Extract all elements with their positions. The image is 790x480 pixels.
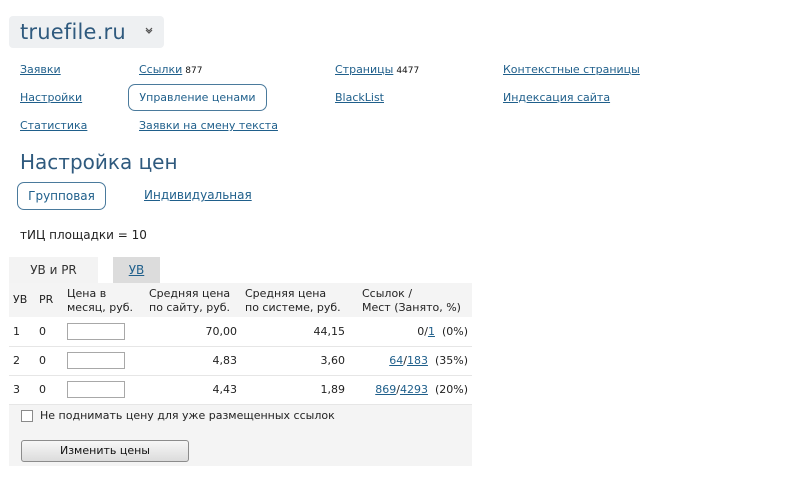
- col-occupancy: Ссылок / Мест (Занято, %): [362, 287, 461, 314]
- change-prices-button[interactable]: Изменить цены: [21, 440, 189, 462]
- col-pr: PR: [39, 293, 54, 306]
- mode-individual-link[interactable]: Индивидуальная: [144, 188, 252, 202]
- table-row: 3 0 4,43 1,89 869/4293 (20%): [9, 375, 472, 405]
- site-selector[interactable]: truefile.ru: [9, 16, 164, 48]
- nav-context-pages[interactable]: Контекстные страницы: [503, 63, 640, 76]
- cell-occupancy: 869/4293 (20%): [349, 375, 472, 405]
- places-link[interactable]: 4293: [400, 383, 428, 396]
- occupancy-percent: (0%): [441, 324, 468, 338]
- cell-price: [63, 346, 145, 376]
- nav-indexing[interactable]: Индексация сайта: [503, 91, 610, 104]
- links-link[interactable]: 64: [389, 354, 403, 367]
- keep-price-checkbox[interactable]: [21, 409, 33, 422]
- col-avg-system: Средняя цена по системе, руб.: [245, 287, 341, 314]
- links-count: 877: [185, 66, 203, 76]
- places-link[interactable]: 183: [407, 354, 428, 367]
- nav-stats[interactable]: Статистика: [20, 119, 87, 132]
- tab-uv-pr[interactable]: УВ и PR: [9, 257, 98, 283]
- keep-price-label: Не поднимать цену для уже размещенных сс…: [40, 409, 335, 422]
- places-link[interactable]: 1: [428, 325, 435, 338]
- nav-settings[interactable]: Настройки: [20, 91, 82, 104]
- price-input[interactable]: [67, 381, 125, 398]
- cell-uv: 1: [9, 317, 35, 347]
- cell-occupancy: 0/1 (0%): [349, 317, 472, 347]
- keep-price-option[interactable]: Не поднимать цену для уже размещенных сс…: [21, 409, 335, 422]
- chevron-down-icon: [145, 27, 153, 34]
- cell-price: [63, 317, 145, 347]
- cell-uv: 3: [9, 375, 35, 405]
- table-row: 2 0 4,83 3,60 64/183 (35%): [9, 346, 472, 376]
- nav-text-change[interactable]: Заявки на смену текста: [139, 119, 278, 132]
- nav-blacklist[interactable]: BlackList: [335, 91, 384, 104]
- cell-avg-site: 70,00: [145, 317, 241, 347]
- nav-orders[interactable]: Заявки: [20, 63, 61, 76]
- cell-uv: 2: [9, 346, 35, 376]
- cell-avg-site: 4,43: [145, 375, 241, 405]
- tab-uv[interactable]: УВ: [113, 257, 160, 283]
- price-table: УВ PR Цена в месяц, руб. Средняя цена по с…: [9, 283, 472, 405]
- cell-pr: 0: [35, 346, 63, 376]
- pages-count: 4477: [396, 66, 420, 76]
- cell-pr: 0: [35, 317, 63, 347]
- cell-occupancy: 64/183 (35%): [349, 346, 472, 376]
- nav-pages[interactable]: Страницы: [335, 63, 393, 76]
- links-count: 0: [417, 324, 425, 338]
- page-title: Настройка цен: [20, 150, 178, 174]
- cell-avg-system: 3,60: [241, 346, 349, 376]
- cell-pr: 0: [35, 375, 63, 405]
- cell-avg-site: 4,83: [145, 346, 241, 376]
- cell-price: [63, 375, 145, 405]
- table-row: 1 0 70,00 44,15 0/1 (0%): [9, 317, 472, 347]
- links-link[interactable]: 869: [375, 383, 396, 396]
- tic-info: тИЦ площадки = 10: [20, 228, 147, 242]
- nav-price-management[interactable]: Управление ценами: [128, 84, 267, 111]
- mode-group-button[interactable]: Групповая: [17, 182, 106, 210]
- col-avg-site: Средняя цена по сайту, руб.: [149, 287, 231, 314]
- occupancy-percent: (20%): [434, 383, 468, 396]
- cell-avg-system: 1,89: [241, 375, 349, 405]
- price-input[interactable]: [67, 322, 125, 340]
- col-price: Цена в месяц, руб.: [67, 287, 133, 314]
- table-header: УВ PR Цена в месяц, руб. Средняя цена по с…: [9, 283, 472, 317]
- occupancy-percent: (35%): [434, 354, 468, 367]
- nav-links[interactable]: Ссылки: [139, 63, 182, 76]
- site-name: truefile.ru: [20, 20, 126, 44]
- col-uv: УВ: [13, 293, 28, 306]
- cell-avg-system: 44,15: [241, 317, 349, 347]
- price-input[interactable]: [67, 352, 125, 369]
